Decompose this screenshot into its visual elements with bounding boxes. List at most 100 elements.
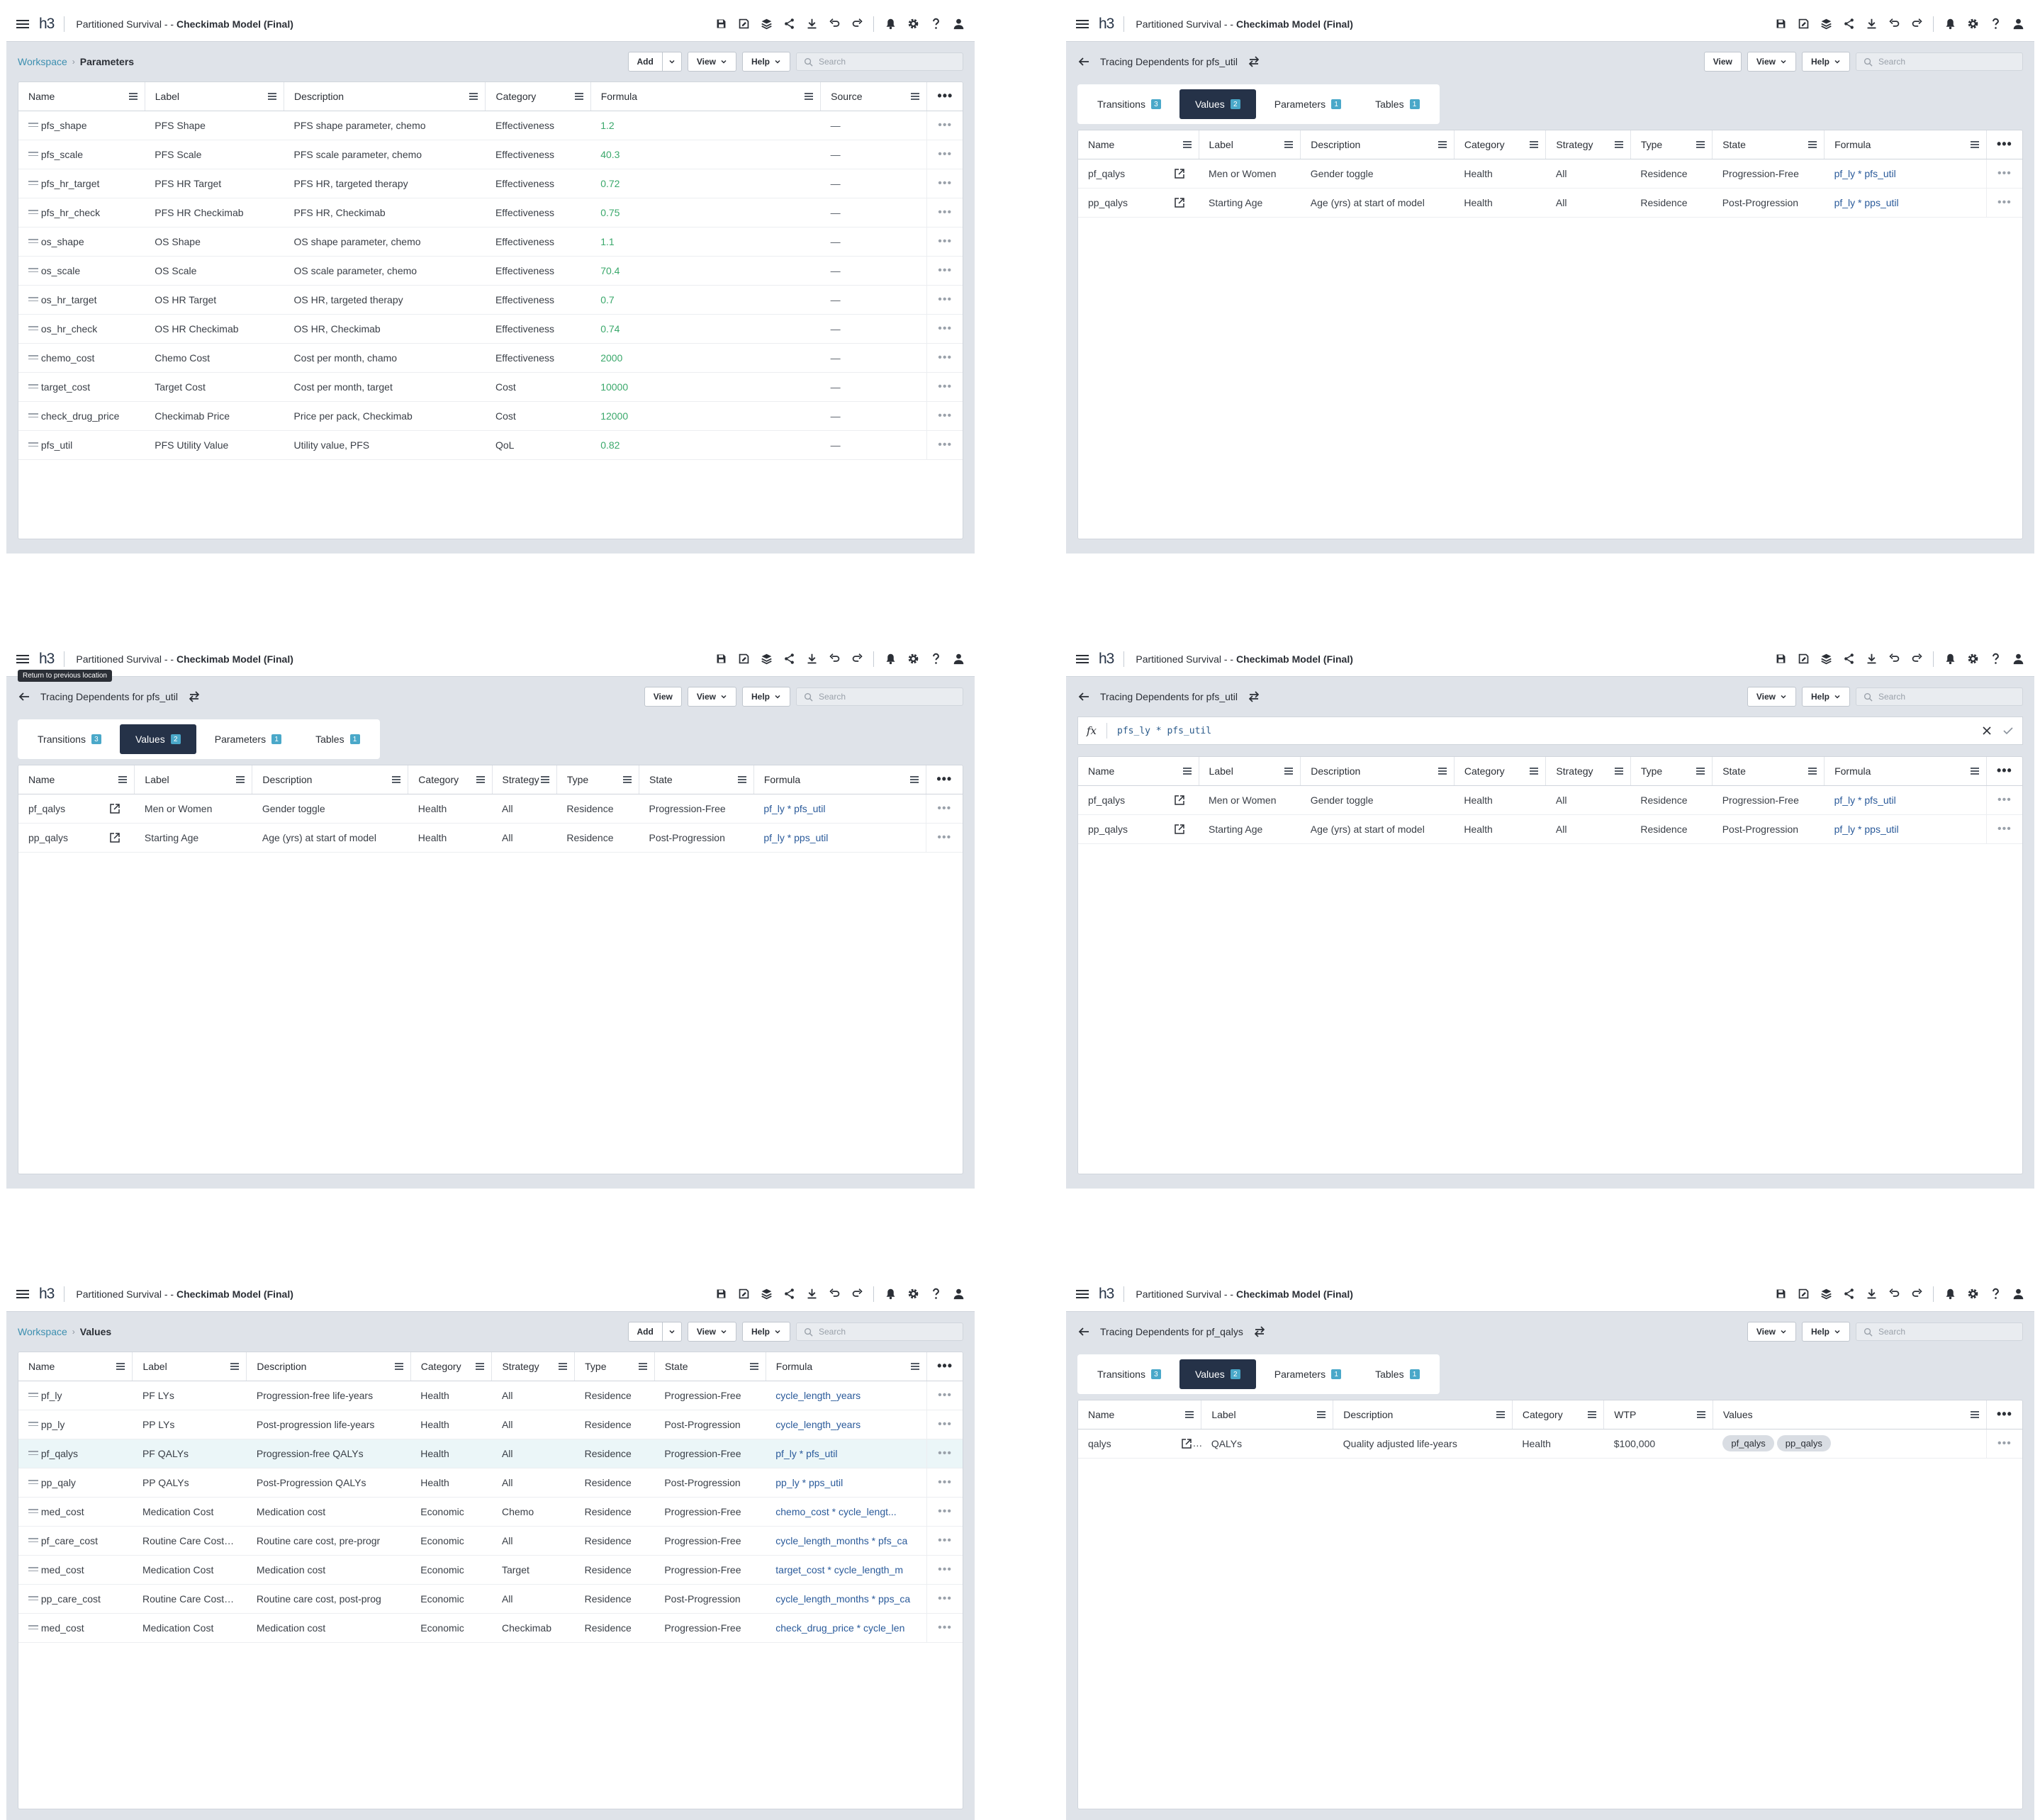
row-more-icon[interactable]: •••: [926, 1410, 963, 1439]
breadcrumb-workspace[interactable]: Workspace: [18, 1326, 67, 1337]
download-icon[interactable]: [805, 653, 818, 665]
view-button[interactable]: View: [1747, 1322, 1796, 1342]
layers-icon[interactable]: [1820, 18, 1832, 30]
column-header-description[interactable]: Description: [1300, 757, 1455, 786]
column-header-label[interactable]: Label: [1199, 757, 1301, 786]
column-header-name[interactable]: Name: [18, 1352, 133, 1381]
column-header-type[interactable]: Type: [1630, 130, 1713, 159]
row-more-icon[interactable]: •••: [1985, 1429, 2022, 1459]
table-row[interactable]: med_cost Medication Cost Medication cost Ec…: [18, 1613, 963, 1643]
save-icon[interactable]: [1774, 1288, 1787, 1301]
column-header-name[interactable]: Name: [1078, 1400, 1202, 1429]
column-header-category[interactable]: Category: [1454, 757, 1547, 786]
row-more-icon[interactable]: •••: [926, 1613, 963, 1643]
row-more-icon[interactable]: •••: [1985, 814, 2022, 844]
drag-handle-icon[interactable]: [28, 1538, 38, 1544]
cell-formula[interactable]: 0.82: [590, 430, 821, 460]
drag-handle-icon[interactable]: [28, 1422, 38, 1428]
help-icon[interactable]: [1989, 1288, 2002, 1301]
column-header-category[interactable]: Category: [1512, 1400, 1605, 1429]
drag-handle-icon[interactable]: [28, 1567, 38, 1573]
column-menu-icon[interactable]: [1970, 768, 1979, 775]
row-more-icon[interactable]: •••: [926, 372, 963, 402]
drag-handle-icon[interactable]: [28, 123, 38, 129]
table-more-button[interactable]: •••: [1986, 1400, 2022, 1429]
cell-formula[interactable]: pf_ly * pps_util: [1824, 814, 1987, 844]
row-more-icon[interactable]: •••: [926, 1555, 963, 1585]
column-header-label[interactable]: Label: [1199, 130, 1301, 159]
table-row[interactable]: pf_qalys Men or Women Gender toggle Health A…: [18, 794, 963, 824]
drag-handle-icon[interactable]: [28, 268, 38, 274]
tab-values[interactable]: Values 2: [1179, 89, 1256, 119]
bell-icon[interactable]: [1944, 1288, 1956, 1301]
column-header-name[interactable]: Name: [18, 765, 135, 794]
row-more-icon[interactable]: •••: [926, 1497, 963, 1527]
row-more-icon[interactable]: •••: [926, 314, 963, 344]
column-menu-icon[interactable]: [1437, 768, 1447, 775]
back-arrow-icon[interactable]: [18, 690, 30, 703]
save-icon[interactable]: [714, 18, 727, 30]
column-header-values[interactable]: Values: [1713, 1400, 1987, 1429]
cell-formula[interactable]: cycle_length_years: [766, 1410, 927, 1439]
cell-formula[interactable]: 1.2: [590, 111, 821, 140]
cell-formula[interactable]: check_drug_price * cycle_len: [766, 1613, 927, 1643]
download-icon[interactable]: [805, 1288, 818, 1301]
app-logo[interactable]: h3: [39, 651, 55, 668]
table-row[interactable]: pfs_util PFS Utility Value Utility value, …: [18, 430, 963, 460]
column-menu-icon[interactable]: [1588, 1411, 1597, 1418]
undo-icon[interactable]: [828, 1288, 841, 1301]
column-menu-icon[interactable]: [749, 1363, 758, 1370]
column-menu-icon[interactable]: [392, 776, 401, 783]
column-menu-icon[interactable]: [1317, 1411, 1326, 1418]
redo-icon[interactable]: [851, 1288, 863, 1301]
cell-formula[interactable]: cycle_length_years: [766, 1381, 927, 1410]
table-row[interactable]: pf_qalys PF QALYs Progression-free QALYs He…: [18, 1439, 963, 1468]
layers-icon[interactable]: [760, 18, 773, 30]
column-menu-icon[interactable]: [1182, 141, 1192, 148]
user-icon[interactable]: [2012, 653, 2024, 665]
table-row[interactable]: pp_care_cost Routine Care Cost PF Routine …: [18, 1584, 963, 1614]
tab-parameters[interactable]: Parameters 1: [1259, 1359, 1357, 1389]
external-link-icon[interactable]: [1174, 824, 1185, 835]
search-input[interactable]: Search: [1856, 687, 2023, 706]
table-row[interactable]: pf_qalys Men or Women Gender toggle Health A…: [1078, 159, 2022, 189]
share-icon[interactable]: [1842, 1288, 1855, 1301]
gear-icon[interactable]: [1966, 1288, 1979, 1301]
row-more-icon[interactable]: •••: [925, 794, 963, 824]
gear-icon[interactable]: [907, 653, 919, 665]
column-menu-icon[interactable]: [394, 1363, 403, 1370]
column-header-formula[interactable]: Formula: [1824, 757, 1987, 786]
table-row[interactable]: os_scale OS Scale OS scale parameter, chem…: [18, 256, 963, 286]
help-icon[interactable]: [929, 1288, 942, 1301]
layers-icon[interactable]: [1820, 653, 1832, 665]
table-row[interactable]: pf_qalys Men or Women Gender toggle Health A…: [1078, 785, 2022, 815]
row-more-icon[interactable]: •••: [1985, 785, 2022, 815]
swap-icon[interactable]: [1248, 690, 1260, 703]
view-button[interactable]: View: [687, 52, 736, 72]
cell-formula[interactable]: target_cost * cycle_length_m: [766, 1555, 927, 1585]
column-menu-icon[interactable]: [911, 1363, 920, 1370]
column-menu-icon[interactable]: [236, 776, 245, 783]
undo-icon[interactable]: [1888, 653, 1900, 665]
tab-tables[interactable]: Tables 1: [1360, 89, 1435, 119]
table-row[interactable]: pf_ly PF LYs Progression-free life-years He…: [18, 1381, 963, 1410]
row-more-icon[interactable]: •••: [1985, 188, 2022, 218]
column-header-category[interactable]: Category: [1454, 130, 1547, 159]
save-as-icon[interactable]: [1797, 653, 1810, 665]
row-more-icon[interactable]: •••: [926, 1584, 963, 1614]
share-icon[interactable]: [783, 18, 795, 30]
row-more-icon[interactable]: •••: [925, 823, 963, 853]
drag-handle-icon[interactable]: [28, 239, 38, 245]
cell-formula[interactable]: pf_ly * pps_util: [1824, 188, 1987, 218]
view-button[interactable]: View: [1703, 52, 1742, 72]
gear-icon[interactable]: [907, 18, 919, 30]
column-menu-icon[interactable]: [118, 776, 128, 783]
column-menu-icon[interactable]: [1182, 768, 1192, 775]
column-header-formula[interactable]: Formula: [590, 82, 822, 111]
table-row[interactable]: pp_qalys Starting Age Age (yrs) at start o…: [1078, 188, 2022, 218]
column-menu-icon[interactable]: [1696, 1411, 1705, 1418]
undo-icon[interactable]: [828, 653, 841, 665]
cell-formula[interactable]: 0.74: [590, 314, 821, 344]
column-menu-icon[interactable]: [476, 1363, 485, 1370]
breadcrumb-workspace[interactable]: Workspace: [18, 56, 67, 67]
